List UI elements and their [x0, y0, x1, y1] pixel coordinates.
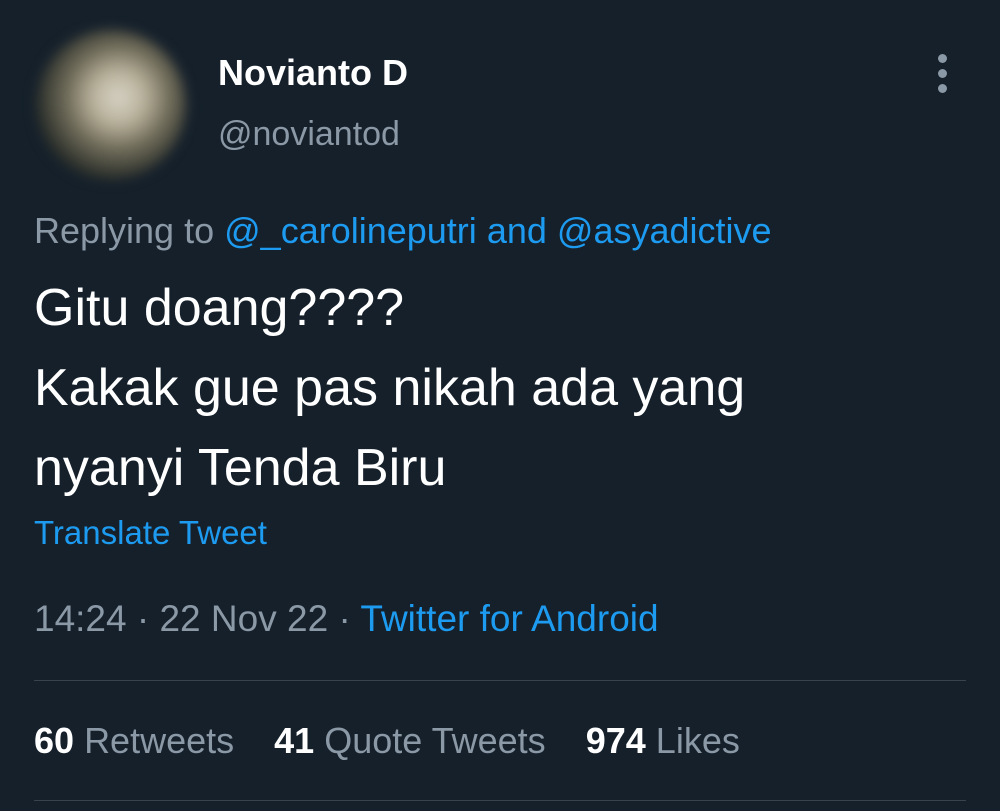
quote-tweets-count: 41: [274, 720, 315, 761]
retweets-stat[interactable]: 60 Retweets: [34, 720, 234, 761]
tweet-text-line: nyanyi Tenda Biru: [34, 439, 447, 497]
divider: [34, 800, 966, 801]
tweet-source[interactable]: Twitter for Android: [360, 598, 658, 639]
avatar[interactable]: [36, 30, 186, 180]
reply-conjunction: and: [486, 210, 547, 251]
more-dot: [938, 84, 947, 93]
tweet-stats: 60 Retweets 41 Quote Tweets 974 Likes: [34, 720, 770, 762]
translate-tweet-link[interactable]: Translate Tweet: [34, 514, 267, 552]
tweet-text-line: Gitu doang????: [34, 279, 405, 337]
author-display-name[interactable]: Novianto D: [218, 52, 408, 94]
tweet-detail: Novianto D @noviantod Replying to @_caro…: [0, 0, 1000, 811]
likes-stat[interactable]: 974 Likes: [586, 720, 740, 761]
tweet-date[interactable]: 22 Nov 22: [159, 598, 328, 639]
likes-label: Likes: [655, 720, 740, 761]
replying-to-line: Replying to @_carolineputri and @asyadic…: [34, 210, 772, 252]
meta-separator: ·: [136, 598, 150, 639]
retweets-label: Retweets: [84, 720, 235, 761]
tweet-time[interactable]: 14:24: [34, 598, 127, 639]
more-dot: [938, 54, 947, 63]
tweet-text-line: Kakak gue pas nikah ada yang: [34, 359, 746, 417]
divider: [34, 680, 966, 681]
tweet-meta: 14:24 · 22 Nov 22 · Twitter for Android: [34, 598, 659, 640]
author-handle[interactable]: @noviantod: [218, 115, 400, 154]
meta-separator: ·: [338, 598, 351, 639]
likes-count: 974: [585, 720, 646, 761]
tweet-text: Gitu doang???? Kakak gue pas nikah ada y…: [34, 268, 964, 508]
reply-mention-user2[interactable]: @asyadictive: [557, 210, 772, 251]
quote-tweets-stat[interactable]: 41 Quote Tweets: [274, 720, 546, 761]
more-options-icon[interactable]: [928, 52, 958, 96]
reply-mention-user1[interactable]: @_carolineputri: [224, 210, 477, 251]
more-dot: [938, 69, 947, 78]
retweets-count: 60: [34, 720, 75, 761]
replying-to-label: Replying to: [34, 210, 215, 251]
quote-tweets-label: Quote Tweets: [324, 720, 546, 761]
